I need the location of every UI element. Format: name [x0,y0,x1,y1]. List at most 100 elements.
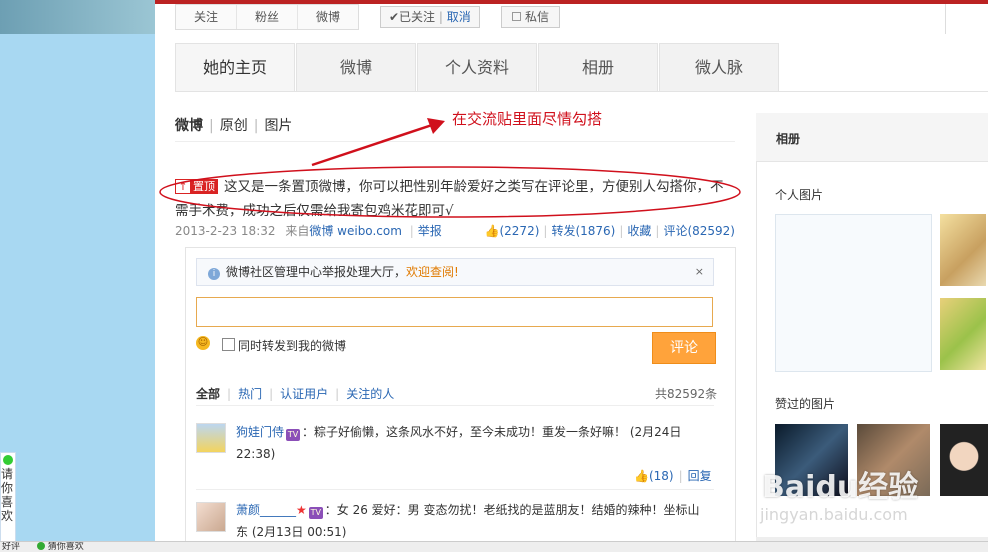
tab-home[interactable]: 她的主页 [175,43,295,92]
comment-like-button[interactable]: 👍(18) [634,469,674,483]
comment-total: 共82592条 [655,387,718,401]
filter-sep: | [335,387,340,401]
filter-following[interactable]: 关注的人 [346,387,394,401]
comment-filters: 全部 | 热门 | 认证用户 | 关注的人 [196,385,394,402]
comment-actions: 👍(18) | 回复 [634,467,712,484]
action-sep: | [619,224,624,238]
comment-item: 萧颜______★ TV ：女 26 爱好：男 变态勿扰！老纸找的是蓝朋友！结婚的辣… [236,499,710,543]
follow-status-button[interactable]: ✔已关注 | 取消 [380,6,480,28]
comment-username[interactable]: 萧颜______ [236,503,296,517]
comment-input[interactable] [196,297,713,327]
action-sep: | [543,224,548,238]
green-status-icon [3,455,13,465]
message-label: 私信 [525,10,550,24]
sidebar-header: 相册 [756,113,988,162]
note-char: 请 [1,467,14,481]
star-badge-icon: ★ [296,503,307,517]
tab-weibo[interactable]: 微博 [296,43,416,91]
left-floating-note[interactable]: 请 你 喜 欢 [0,452,16,542]
avatar[interactable] [196,423,226,453]
note-char: 喜 [1,495,14,509]
status-dot-icon [36,542,45,550]
tv-badge-icon: TV [286,429,301,441]
filter-hot[interactable]: 热门 [238,387,262,401]
filter-verified[interactable]: 认证用户 [280,387,328,401]
like-button[interactable]: 👍(2272) [485,224,540,238]
tab-album[interactable]: 相册 [538,43,658,91]
post-meta: 2013-2-23 18:32 来自微博 weibo.com | 举报 👍(227… [175,222,735,239]
photo-thumbnail[interactable] [940,298,986,370]
action-sep: | [655,224,660,238]
follow-divider: | [438,10,443,24]
liked-photos-label: 赞过的图片 [775,397,836,411]
subnav-weibo[interactable]: 微博 [175,118,203,134]
report-link[interactable]: 举报 [418,224,442,238]
source-prefix: 来自 [285,224,310,238]
thumb-up-icon: 👍 [484,224,500,238]
comment-link[interactable]: 评论(82592) [663,224,735,238]
annotation-text: 在交流贴里面尽情勾搭 [452,110,603,128]
repost-checkbox[interactable] [222,338,235,351]
filter-sep: | [269,387,274,401]
watermark-url: jingyan.baidu.com [760,505,908,524]
note-char: 欢 [1,509,14,523]
subnav-original[interactable]: 原创 [220,118,248,134]
tab-underline [175,91,988,92]
avatar[interactable] [196,502,226,532]
filter-all[interactable]: 全部 [196,387,220,401]
subnav-sep: | [253,118,259,134]
thumb-up-icon: 👍 [634,469,649,483]
post-time[interactable]: 2013-2-23 18:32 [175,224,276,238]
filter-sep: | [227,387,232,401]
photo-thumbnail[interactable] [940,214,986,286]
annotation-arrow [311,118,445,167]
fans-button[interactable]: 粉丝 [237,5,299,29]
profile-stats-group: 关注 粉丝 微博 [175,4,360,30]
top-divider [945,4,946,34]
report-notice: i 微博社区管理中心举报处理大厅，欢迎查阅! × [196,258,714,286]
reply-link[interactable]: 回复 [688,469,712,483]
note-char: 你 [1,481,14,495]
post-source-link[interactable]: 微博 weibo.com [309,224,402,238]
private-message-button[interactable]: 私信 [501,6,561,28]
repost-checkbox-label[interactable]: 同时转发到我的微博 [238,337,346,354]
sidebar-title: 相册 [776,132,801,146]
emoticon-icon[interactable]: ☺ [196,336,210,350]
comment-item: 狗娃门侍 TV ：粽子好偷懒，这条风水不好，至今未成功！重发一条好嘛！ (2月24日… [236,421,710,465]
favorite-link[interactable]: 收藏 [627,224,651,238]
close-icon[interactable]: × [695,259,704,285]
album-cover[interactable] [775,214,932,372]
tab-profile-info[interactable]: 个人资料 [417,43,537,91]
tab-connections[interactable]: 微人脉 [659,43,779,91]
subnav-sep: | [209,118,214,134]
left-banner-image [0,0,155,34]
like-count: (2272) [499,224,540,238]
browser-status-bar: 好评 猜你喜欢 [0,541,988,552]
meta-sep: | [409,224,414,238]
post-actions: 👍(2272) | 转发(1876) | 收藏 | 评论(82592) [485,222,735,239]
followed-label: ✔已关注 [389,10,436,24]
feed-subnav: 微博 | 原创 | 图片 [175,115,292,135]
personal-photos-label: 个人图片 [775,188,824,202]
follows-button[interactable]: 关注 [176,5,238,29]
action-sep: | [678,469,683,483]
photo-thumbnail[interactable] [940,424,988,496]
comment-like-count: (18) [648,469,674,483]
notice-link[interactable]: 欢迎查阅! [406,265,459,279]
comment-text: ：粽子好偷懒，这条风水不好，至今未成功！重发一条好嘛！ (2月24日 22:38… [236,425,682,461]
notice-text: 微博社区管理中心举报处理大厅， [226,265,407,279]
subnav-divider [175,141,735,142]
comment-divider [196,489,714,490]
repost-link[interactable]: 转发(1876) [551,224,615,238]
weibo-button[interactable]: 微博 [298,5,358,29]
message-icon [512,12,521,21]
info-icon: i [208,268,220,280]
filter-divider [196,405,714,406]
subnav-pictures[interactable]: 图片 [264,118,292,134]
unfollow-link[interactable]: 取消 [447,10,471,24]
left-background [0,0,155,541]
profile-tabs: 她的主页 微博 个人资料 相册 微人脉 [175,43,780,92]
comment-submit-button[interactable]: 评论 [652,332,716,364]
tv-badge-icon: TV [308,507,323,519]
comment-username[interactable]: 狗娃门侍 [236,425,284,439]
